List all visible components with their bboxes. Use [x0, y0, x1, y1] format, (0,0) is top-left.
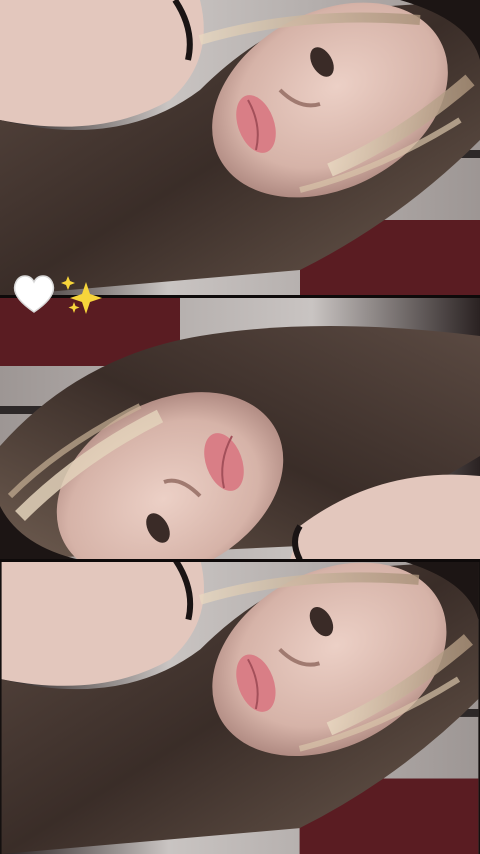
- sparkles-icon: [61, 276, 102, 314]
- panel-divider: [0, 559, 480, 562]
- emoji-stickers: [12, 272, 112, 320]
- portrait-photo: [0, 0, 480, 296]
- portrait-photo: [0, 296, 480, 560]
- photo-panel-top: [0, 0, 480, 296]
- photo-panel-middle: [0, 296, 480, 560]
- portrait-photo: [1, 560, 479, 854]
- white-heart-icon: [13, 275, 55, 313]
- photo-panel-bottom: [0, 560, 480, 854]
- photo-collage: [0, 0, 480, 854]
